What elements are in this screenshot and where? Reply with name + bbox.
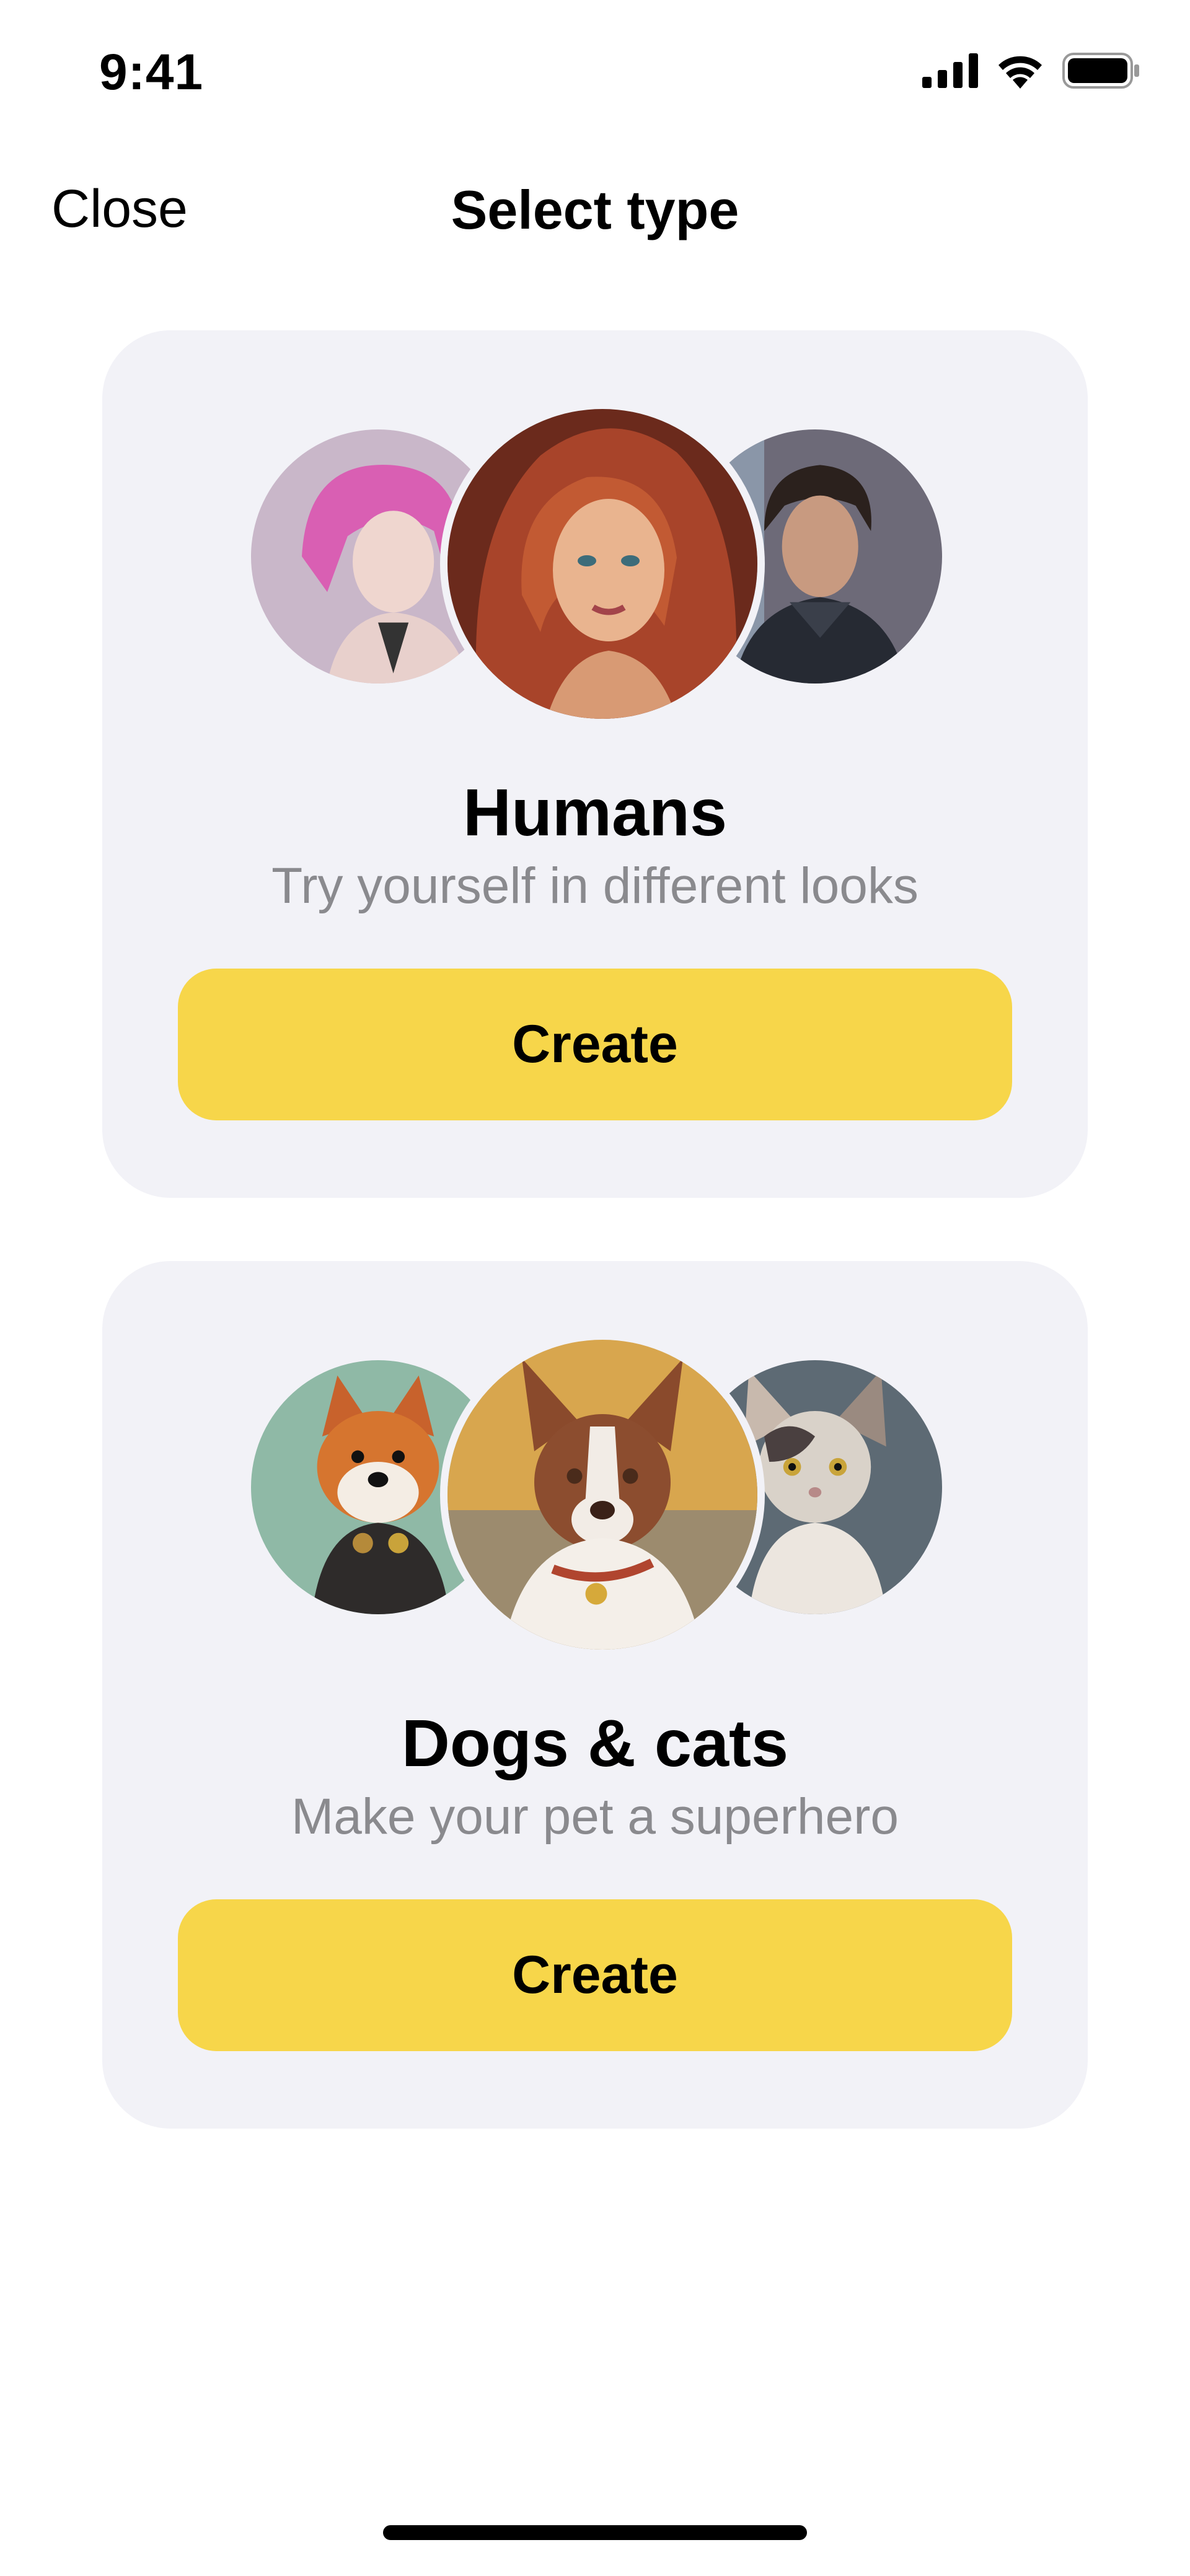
humans-card-title: Humans xyxy=(462,775,728,850)
pets-card-title: Dogs & cats xyxy=(401,1705,789,1780)
pets-avatar-group xyxy=(102,1332,1088,1657)
close-button[interactable]: Close xyxy=(51,178,188,240)
pets-card-subtitle: Make your pet a superhero xyxy=(291,1788,899,1845)
signal-icon xyxy=(922,53,978,88)
status-icons xyxy=(922,53,1140,89)
humans-card-subtitle: Try yourself in different looks xyxy=(271,858,919,914)
humans-card: Humans Try yourself in different looks C… xyxy=(102,330,1088,1198)
nav-bar: Select type Close xyxy=(0,161,1190,260)
status-bar: 9:41 xyxy=(0,0,1190,146)
humans-create-button[interactable]: Create xyxy=(178,969,1012,1120)
status-time: 9:41 xyxy=(99,44,204,100)
battery-icon xyxy=(1062,53,1140,89)
humans-avatar-group xyxy=(102,402,1088,726)
pets-card: Dogs & cats Make your pet a superhero Cr… xyxy=(102,1261,1088,2129)
home-indicator xyxy=(383,2525,807,2540)
collie-dog-avatar xyxy=(440,1332,765,1657)
red-haired-woman-avatar xyxy=(440,402,765,726)
pets-create-button[interactable]: Create xyxy=(178,1899,1012,2051)
wifi-icon xyxy=(995,53,1045,89)
